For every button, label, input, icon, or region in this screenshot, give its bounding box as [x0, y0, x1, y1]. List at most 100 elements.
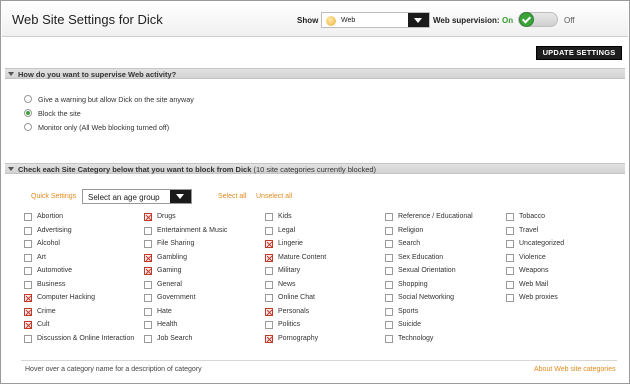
category-label: Hate — [157, 307, 172, 315]
category-checkbox[interactable] — [24, 334, 32, 343]
show-dropdown[interactable]: Web — [321, 12, 430, 28]
category-label: Discussion & Online Interaction — [37, 334, 135, 342]
globe-icon — [326, 16, 336, 26]
category-checkbox[interactable] — [144, 321, 152, 329]
category-checkbox[interactable] — [506, 226, 514, 235]
category-checkbox[interactable] — [385, 294, 393, 302]
category-label: Personals — [278, 307, 310, 315]
category-checkbox[interactable] — [506, 213, 514, 221]
category-checkbox[interactable] — [265, 226, 273, 235]
category-checkbox[interactable] — [144, 280, 152, 289]
category-label: Alcohol — [37, 240, 60, 247]
category-checkbox[interactable] — [24, 253, 32, 262]
category-checkbox[interactable] — [265, 267, 273, 275]
category-label: Reference / Educational — [398, 213, 473, 220]
supervise-option-label: Give a warning but allow Dick on the sit… — [38, 95, 194, 104]
category-checkbox[interactable] — [144, 307, 152, 316]
category-checkbox[interactable] — [506, 294, 514, 302]
blocked-checkbox[interactable] — [24, 307, 32, 316]
web-supervision-label: Web supervision: — [433, 16, 500, 25]
category-checkbox[interactable] — [385, 240, 393, 248]
category-label: Weapons — [519, 267, 549, 274]
category-label: Mature Content — [278, 253, 327, 261]
category-label: Shopping — [398, 280, 428, 288]
settings-window: Web Site Settings for Dick Show Web Web … — [0, 0, 630, 384]
supervise-section-title: How do you want to supervise Web activit… — [18, 70, 177, 79]
radio-button[interactable] — [24, 123, 32, 131]
category-checkbox[interactable] — [385, 213, 393, 221]
category-checkbox[interactable] — [265, 321, 273, 329]
category-checkbox[interactable] — [24, 213, 32, 221]
categories-section-header[interactable]: Check each Site Category below that you … — [5, 163, 625, 174]
category-checkbox[interactable] — [24, 240, 32, 248]
select-all-link[interactable]: Select all — [218, 193, 246, 200]
category-checkbox[interactable] — [385, 321, 393, 329]
chevron-down-icon[interactable] — [170, 190, 191, 203]
category-label: Advertising — [37, 226, 72, 234]
category-checkbox[interactable] — [385, 280, 393, 289]
supervise-option-label: Block the site — [38, 109, 81, 118]
category-checkbox[interactable] — [24, 280, 32, 289]
blocked-checkbox[interactable] — [144, 253, 152, 262]
blocked-checkbox[interactable] — [144, 267, 152, 275]
category-label: Abortion — [37, 213, 64, 220]
category-label: Legal — [278, 226, 296, 234]
radio-button[interactable] — [24, 109, 32, 117]
category-checkbox[interactable] — [265, 280, 273, 289]
category-checkbox[interactable] — [24, 267, 32, 275]
radio-button[interactable] — [24, 95, 32, 103]
blocked-checkbox[interactable] — [24, 294, 32, 302]
blocked-checkbox[interactable] — [24, 321, 32, 329]
category-label: Search — [398, 240, 421, 247]
category-checkbox[interactable] — [265, 213, 273, 221]
unselect-all-link[interactable]: Unselect all — [256, 193, 292, 200]
category-label: Cult — [37, 321, 50, 328]
category-hint: Hover over a category name for a descrip… — [25, 366, 202, 373]
age-group-placeholder: Select an age group — [88, 193, 160, 202]
category-label: Politics — [278, 321, 301, 328]
category-checkbox[interactable] — [385, 267, 393, 275]
category-label: Web proxies — [519, 294, 558, 301]
category-label: Drugs — [157, 213, 176, 220]
category-label: Online Chat — [278, 294, 315, 301]
blocked-checkbox[interactable] — [265, 253, 273, 262]
categories-title-text: Check each Site Category below that you … — [18, 165, 252, 174]
blocked-checkbox[interactable] — [265, 307, 273, 316]
category-checkbox[interactable] — [265, 294, 273, 302]
category-checkbox[interactable] — [506, 280, 514, 289]
category-checkbox[interactable] — [506, 240, 514, 248]
category-checkbox[interactable] — [144, 294, 152, 302]
category-label: Job Search — [157, 334, 193, 342]
category-checkbox[interactable] — [506, 267, 514, 275]
category-label: Business — [37, 280, 66, 288]
age-group-dropdown[interactable]: Select an age group — [82, 189, 192, 204]
chevron-down-icon[interactable] — [408, 13, 429, 27]
category-label: Pornography — [278, 334, 319, 342]
category-label: Military — [278, 267, 301, 274]
blocked-checkbox[interactable] — [144, 213, 152, 221]
quick-settings-label: Quick Settings — [31, 193, 77, 200]
divider — [21, 360, 617, 361]
update-settings-button[interactable]: UPDATE SETTINGS — [536, 46, 622, 60]
category-checkbox[interactable] — [144, 334, 152, 343]
category-checkbox[interactable] — [385, 226, 393, 235]
category-checkbox[interactable] — [506, 253, 514, 262]
category-checkbox[interactable] — [385, 334, 393, 343]
category-checkbox[interactable] — [385, 253, 393, 262]
supervision-off-label: Off — [564, 16, 575, 25]
categories-section-title: Check each Site Category below that you … — [18, 165, 376, 174]
category-checkbox[interactable] — [144, 240, 152, 248]
category-label: Sex Education — [398, 253, 444, 261]
show-dropdown-value: Web — [341, 17, 356, 24]
about-categories-link[interactable]: About Web site categories — [534, 366, 616, 373]
blocked-checkbox[interactable] — [265, 240, 273, 248]
blocked-checkbox[interactable] — [265, 334, 273, 343]
category-label: Kids — [278, 213, 292, 220]
category-checkbox[interactable] — [24, 226, 32, 235]
supervision-toggle[interactable] — [518, 12, 558, 27]
category-checkbox[interactable] — [144, 226, 152, 235]
category-label: Government — [157, 294, 196, 301]
category-checkbox[interactable] — [385, 307, 393, 316]
category-label: General — [157, 280, 182, 288]
supervise-section-header[interactable]: How do you want to supervise Web activit… — [5, 68, 625, 79]
